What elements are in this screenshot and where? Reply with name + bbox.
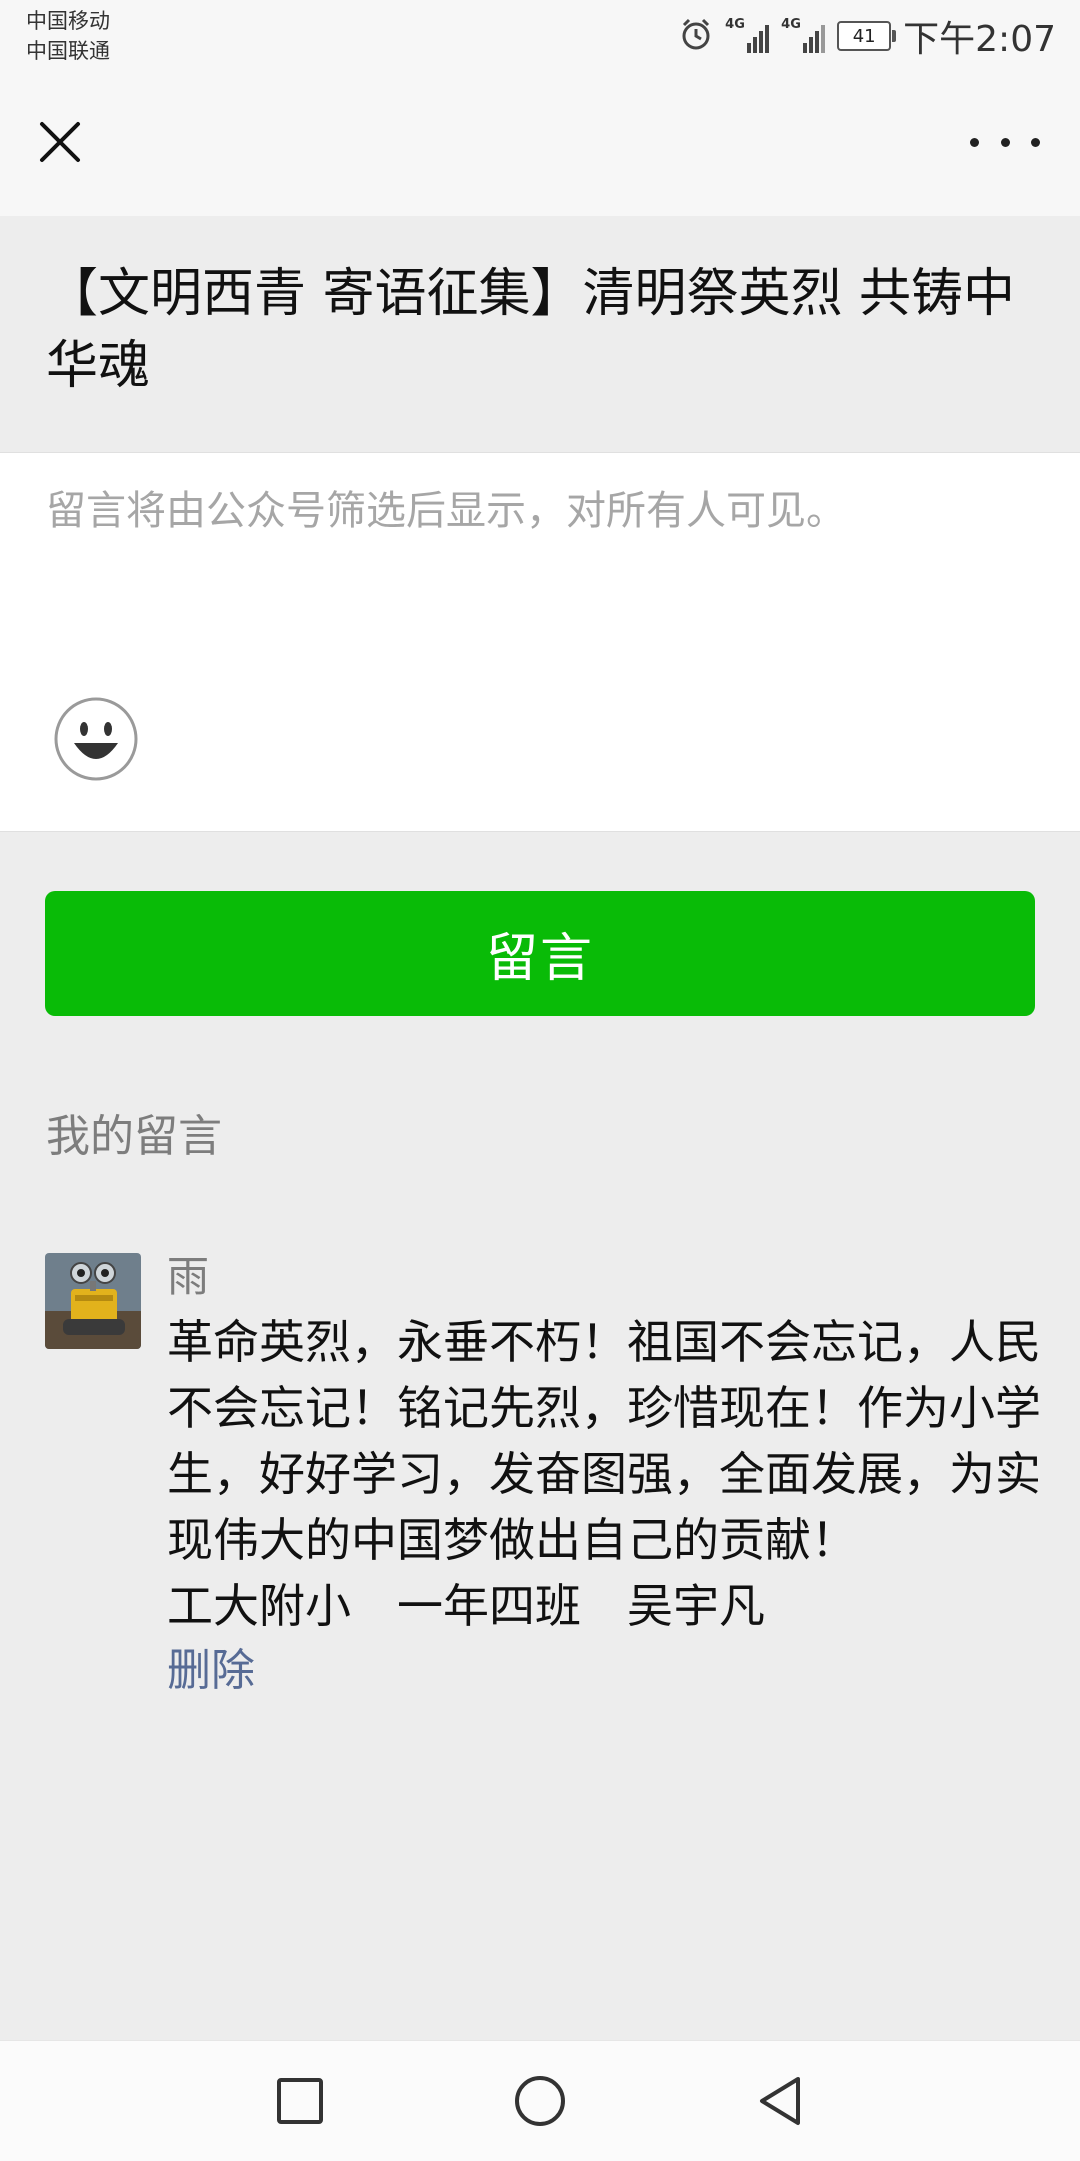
- top-navigation-bar: [0, 72, 1080, 216]
- back-icon: [760, 2077, 800, 2125]
- network-label-1: 4G: [725, 17, 745, 32]
- signal-icon: 4G: [725, 17, 770, 53]
- recent-apps-icon: [277, 2078, 323, 2124]
- comment-input-area[interactable]: 留言将由公众号筛选后显示，对所有人可见。: [0, 452, 1080, 832]
- more-icon: [1031, 137, 1040, 147]
- emoji-button[interactable]: [54, 697, 138, 781]
- comment-body: 雨 革命英烈，永垂不朽！祖国不会忘记，人民不会忘记！铭记先烈，珍惜现在！作为小学…: [167, 1247, 1063, 1703]
- submit-comment-button[interactable]: 留言: [45, 891, 1035, 1016]
- back-button[interactable]: [750, 2071, 810, 2131]
- delete-comment-link[interactable]: 删除: [167, 1639, 1063, 1703]
- article-header: 【文明西青 寄语征集】清明祭英烈 共铸中华魂: [0, 216, 1080, 451]
- battery-icon: 41: [837, 21, 897, 51]
- recent-apps-button[interactable]: [270, 2071, 330, 2131]
- more-button[interactable]: [970, 112, 1040, 172]
- close-button[interactable]: [30, 112, 90, 172]
- clock: 下午2:07: [903, 19, 1056, 60]
- article-title: 【文明西青 寄语征集】清明祭英烈 共铸中华魂: [46, 264, 1016, 396]
- battery-level: 41: [852, 25, 876, 47]
- avatar-image: [45, 1253, 141, 1349]
- close-icon: [40, 122, 80, 162]
- network-label-2: 4G: [781, 17, 801, 32]
- comment-author: 雨: [167, 1252, 210, 1301]
- comment-input[interactable]: 留言将由公众号筛选后显示，对所有人可见。: [46, 483, 846, 539]
- more-icon: [970, 137, 979, 147]
- comment-text: 革命英烈，永垂不朽！祖国不会忘记，人民不会忘记！铭记先烈，珍惜现在！作为小学生，…: [167, 1315, 1041, 1633]
- more-icon: [1000, 137, 1010, 147]
- avatar[interactable]: [45, 1253, 141, 1349]
- carrier-info: 中国移动 中国联通: [26, 6, 110, 66]
- carrier-1: 中国移动: [26, 9, 110, 33]
- system-navigation-bar: [0, 2040, 1080, 2161]
- home-button[interactable]: [510, 2071, 570, 2131]
- carrier-2: 中国联通: [26, 39, 110, 63]
- status-bar: 中国移动 中国联通 4G 4G 41 下午2:07: [0, 0, 1080, 72]
- home-icon: [515, 2076, 565, 2126]
- signal-icon: 4G: [781, 17, 826, 53]
- emoji-icon: [54, 697, 138, 781]
- status-indicators: 4G 4G 41 下午2:07: [679, 12, 1056, 60]
- alarm-icon: [679, 17, 713, 55]
- my-comments-heading: 我的留言: [46, 1111, 222, 1162]
